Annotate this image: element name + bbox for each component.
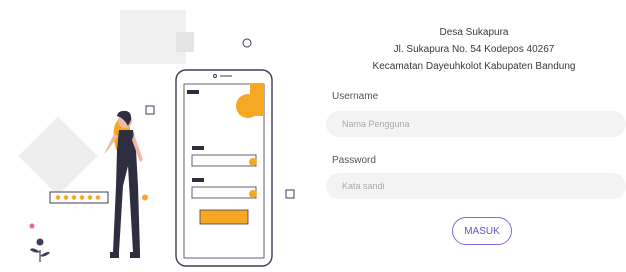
phone-screen-accent-circle bbox=[236, 94, 260, 118]
bg-diamond bbox=[18, 116, 98, 196]
login-panel: Desa Sukapura Jl. Sukapura No. 54 Kodepo… bbox=[322, 0, 626, 267]
plant-icon bbox=[29, 223, 50, 262]
phone-field-label-2 bbox=[192, 178, 204, 182]
village-district: Kecamatan Dayeuhkolot Kabupaten Bandung bbox=[372, 61, 576, 72]
phone-field-label-1 bbox=[192, 146, 204, 150]
woman-figure bbox=[104, 110, 143, 258]
square-outline-shape-2 bbox=[285, 189, 295, 199]
username-label: Username bbox=[332, 91, 379, 102]
circle-outline-shape bbox=[242, 38, 252, 48]
village-header: Desa Sukapura Jl. Sukapura No. 54 Kodepo… bbox=[322, 24, 626, 75]
village-name: Desa Sukapura bbox=[439, 27, 509, 38]
phone-field-dot-2 bbox=[249, 190, 257, 198]
bg-block-small bbox=[176, 32, 194, 52]
password-input[interactable] bbox=[326, 173, 626, 199]
login-button[interactable]: MASUK bbox=[452, 217, 512, 245]
phone-screen-bar bbox=[187, 90, 199, 94]
person-with-phone-illustration bbox=[18, 10, 295, 267]
username-input[interactable] bbox=[326, 111, 626, 137]
login-illustration bbox=[0, 0, 320, 267]
phone-field-2 bbox=[191, 186, 257, 199]
phone-button bbox=[199, 209, 249, 225]
phone-field-dot-1 bbox=[249, 158, 257, 166]
password-label: Password bbox=[332, 155, 376, 166]
password-dot-extra bbox=[142, 194, 148, 201]
phone-field-1 bbox=[191, 154, 257, 167]
square-outline-shape bbox=[145, 105, 155, 115]
village-address: Jl. Sukapura No. 54 Kodepos 40267 bbox=[393, 44, 555, 55]
